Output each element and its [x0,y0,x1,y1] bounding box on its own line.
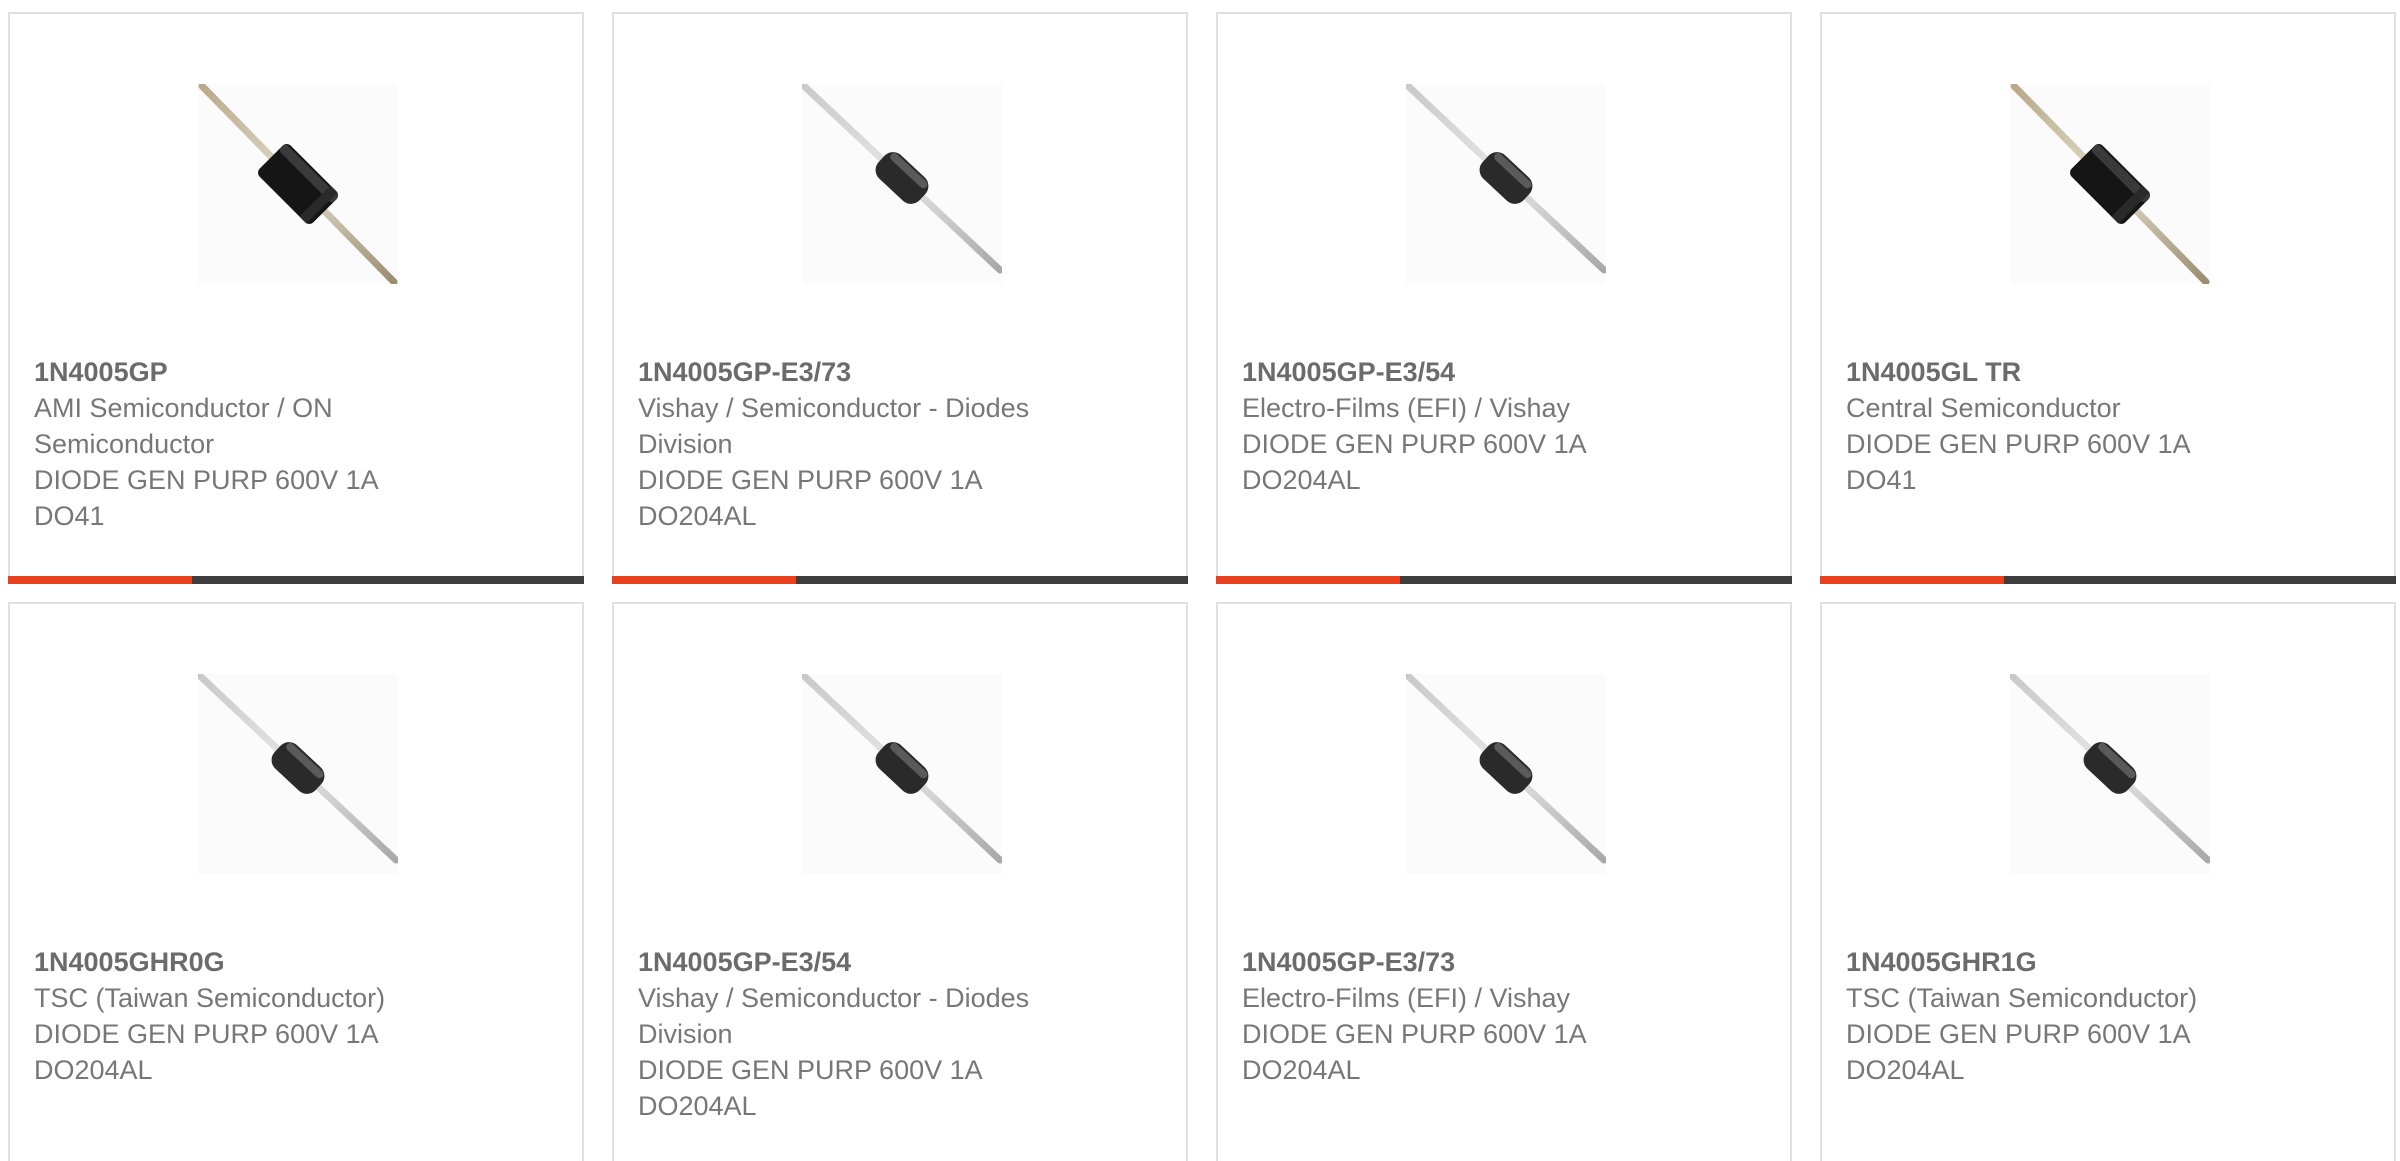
card-bottom-bar [1216,576,1792,584]
product-card[interactable]: 1N4005GHR0G TSC (Taiwan Semiconductor) D… [8,602,584,1161]
product-card[interactable]: 1N4005GP-E3/54 Electro-Films (EFI) / Vis… [1216,12,1792,584]
card-bottom-bar [1820,576,2396,584]
package: DO204AL [638,501,757,531]
product-image[interactable] [198,84,398,284]
product-info: 1N4005GP-E3/73 Electro-Films (EFI) / Vis… [1242,944,1682,1088]
part-number[interactable]: 1N4005GP-E3/73 [1242,944,1682,980]
manufacturer: AMI Semiconductor / ON [34,393,333,423]
part-number[interactable]: 1N4005GP-E3/73 [638,354,1078,390]
product-card[interactable]: 1N4005GP-E3/73 Electro-Films (EFI) / Vis… [1216,602,1792,1161]
product-info: 1N4005GHR0G TSC (Taiwan Semiconductor) D… [34,944,474,1088]
diode-black-body-icon [2010,84,2210,284]
part-number[interactable]: 1N4005GP [34,354,474,390]
manufacturer: Vishay / Semiconductor - Diodes [638,393,1030,423]
diode-small-body-icon [1406,84,1606,274]
manufacturer: Central Semiconductor [1846,393,2121,423]
package: DO204AL [34,1055,153,1085]
product-card[interactable]: 1N4005GP-E3/73 Vishay / Semiconductor - … [612,12,1188,584]
product-card[interactable]: 1N4005GP AMI Semiconductor / ON Semicond… [8,12,584,584]
package: DO41 [1846,465,1917,495]
product-info: 1N4005GL TR Central Semiconductor DIODE … [1846,354,2286,498]
part-number[interactable]: 1N4005GP-E3/54 [1242,354,1682,390]
diode-small-body-icon [802,84,1002,274]
diode-small-body-icon [802,674,1002,864]
product-image[interactable] [802,84,1002,284]
product-card[interactable]: 1N4005GP-E3/54 Vishay / Semiconductor - … [612,602,1188,1161]
product-image[interactable] [802,674,1002,874]
description: DIODE GEN PURP 600V 1A [1846,1019,2191,1049]
product-info: 1N4005GP-E3/54 Vishay / Semiconductor - … [638,944,1078,1124]
card-accent [612,576,796,584]
manufacturer-cont: Semiconductor [34,429,215,459]
package: DO41 [34,501,105,531]
description: DIODE GEN PURP 600V 1A [638,465,983,495]
product-card[interactable]: 1N4005GHR1G TSC (Taiwan Semiconductor) D… [1820,602,2396,1161]
manufacturer: Vishay / Semiconductor - Diodes [638,983,1030,1013]
card-accent [1820,576,2004,584]
product-image[interactable] [2010,84,2210,284]
product-info: 1N4005GP-E3/73 Vishay / Semiconductor - … [638,354,1078,534]
description: DIODE GEN PURP 600V 1A [1846,429,2191,459]
card-accent [1216,576,1400,584]
manufacturer: Electro-Films (EFI) / Vishay [1242,983,1571,1013]
product-card[interactable]: 1N4005GL TR Central Semiconductor DIODE … [1820,12,2396,584]
part-number[interactable]: 1N4005GHR1G [1846,944,2286,980]
diode-small-body-icon [2010,674,2210,864]
manufacturer: Electro-Films (EFI) / Vishay [1242,393,1571,423]
card-bottom-bar [8,576,584,584]
part-number[interactable]: 1N4005GL TR [1846,354,2286,390]
package: DO204AL [1846,1055,1965,1085]
diode-small-body-icon [198,674,398,864]
product-image[interactable] [198,674,398,874]
description: DIODE GEN PURP 600V 1A [1242,1019,1587,1049]
product-image[interactable] [1406,674,1606,874]
diode-small-body-icon [1406,674,1606,864]
product-grid: 1N4005GP AMI Semiconductor / ON Semicond… [0,0,2400,1161]
product-info: 1N4005GP AMI Semiconductor / ON Semicond… [34,354,474,534]
card-accent [8,576,192,584]
manufacturer: TSC (Taiwan Semiconductor) [34,983,386,1013]
description: DIODE GEN PURP 600V 1A [1242,429,1587,459]
package: DO204AL [638,1091,757,1121]
product-image[interactable] [1406,84,1606,284]
card-bottom-bar [612,576,1188,584]
description: DIODE GEN PURP 600V 1A [34,465,379,495]
part-number[interactable]: 1N4005GHR0G [34,944,474,980]
manufacturer-cont: Division [638,429,733,459]
product-info: 1N4005GHR1G TSC (Taiwan Semiconductor) D… [1846,944,2286,1088]
manufacturer-cont: Division [638,1019,733,1049]
description: DIODE GEN PURP 600V 1A [638,1055,983,1085]
manufacturer: TSC (Taiwan Semiconductor) [1846,983,2198,1013]
product-info: 1N4005GP-E3/54 Electro-Films (EFI) / Vis… [1242,354,1682,498]
diode-black-body-icon [198,84,398,284]
package: DO204AL [1242,1055,1361,1085]
description: DIODE GEN PURP 600V 1A [34,1019,379,1049]
product-image[interactable] [2010,674,2210,874]
part-number[interactable]: 1N4005GP-E3/54 [638,944,1078,980]
package: DO204AL [1242,465,1361,495]
